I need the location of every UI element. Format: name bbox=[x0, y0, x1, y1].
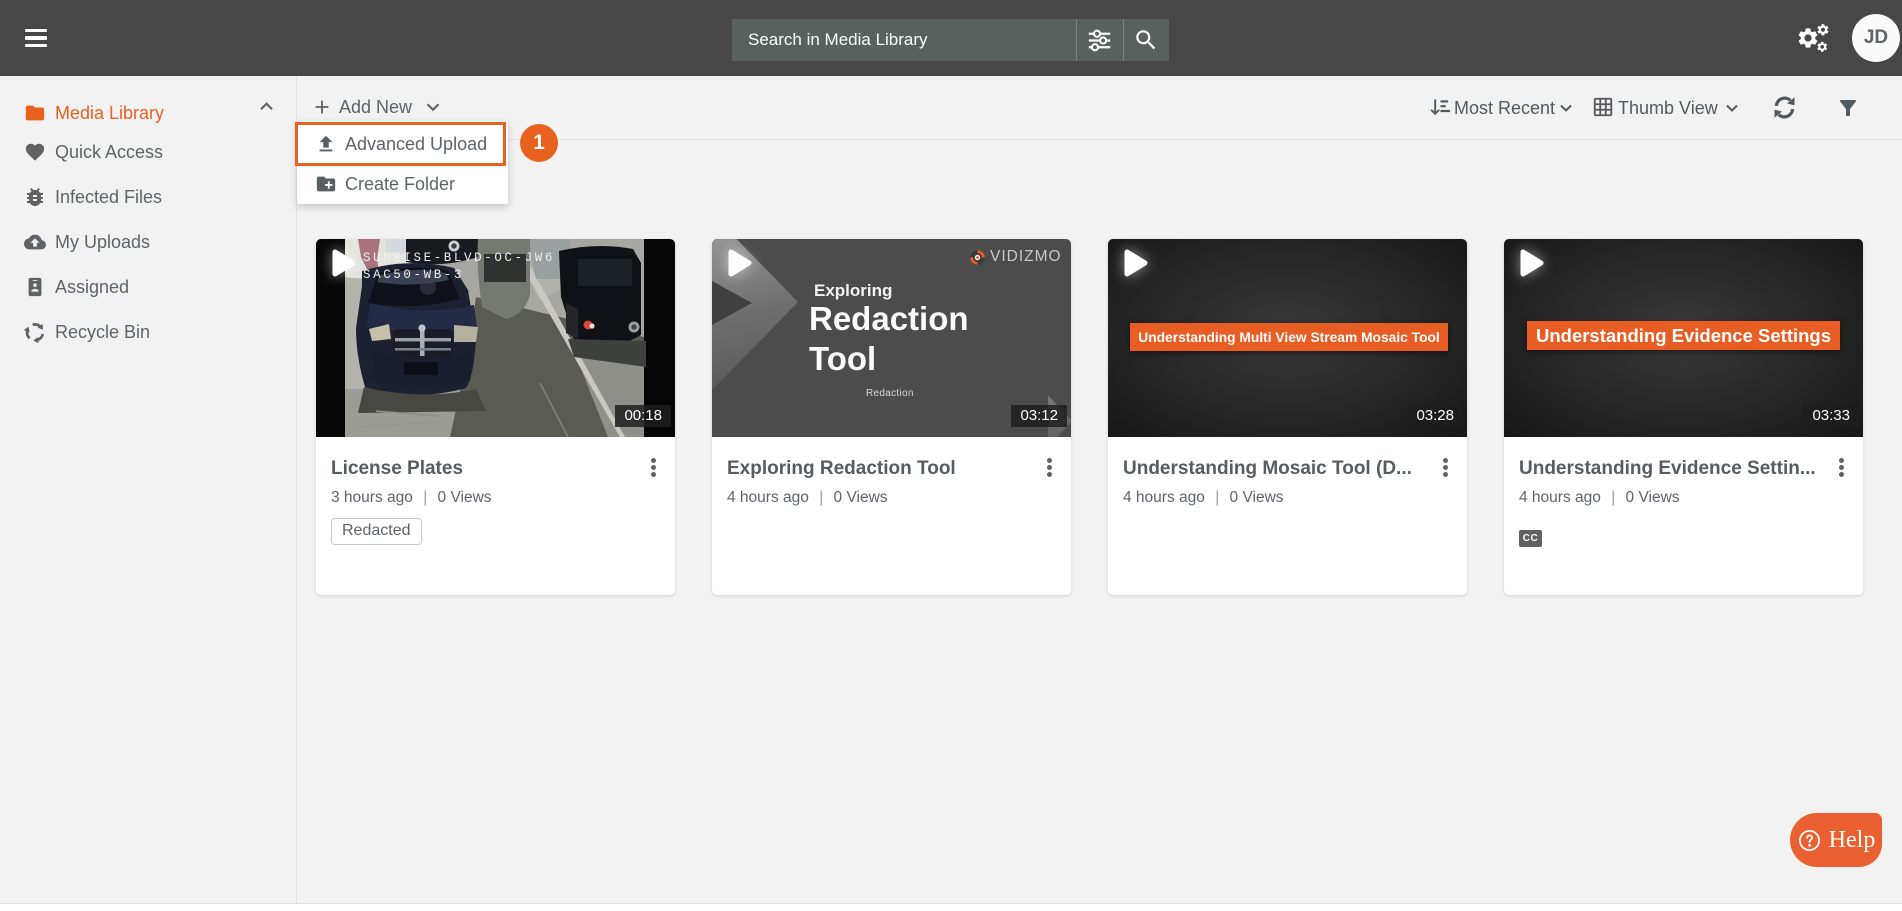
svg-text:SAC50-WB-3: SAC50-WB-3 bbox=[363, 268, 464, 282]
svg-text:SUNRISE-BLVD-OC-JW6: SUNRISE-BLVD-OC-JW6 bbox=[363, 251, 555, 265]
